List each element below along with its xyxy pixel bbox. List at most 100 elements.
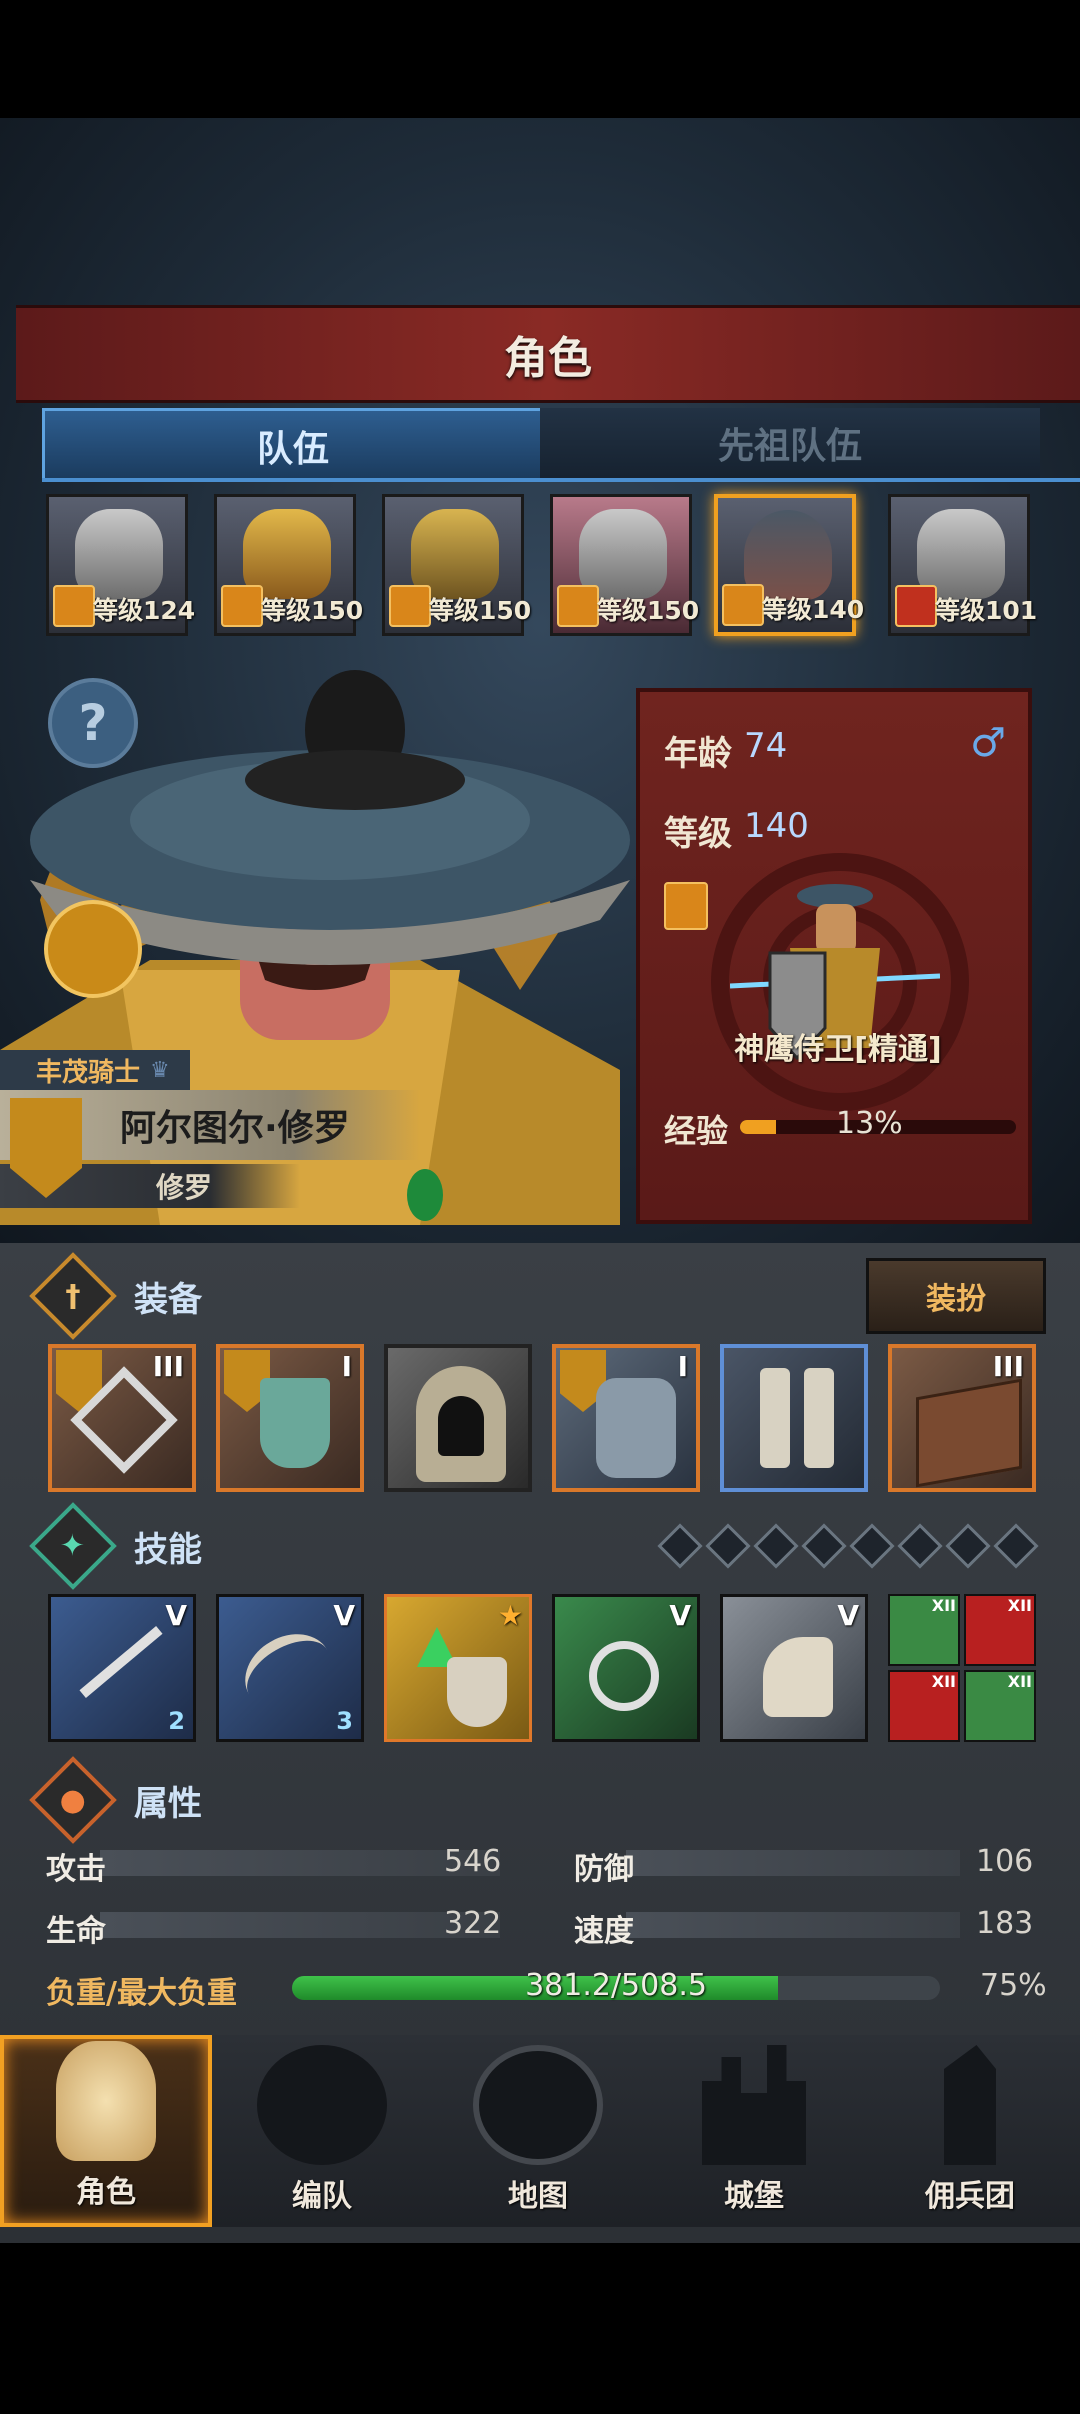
page-title: 角色 [504,333,592,384]
skill-slot-3[interactable]: ★ [384,1594,532,1742]
book-icon [916,1378,1022,1488]
attack-value: 546 [444,1844,502,1879]
page-title-banner: 角色 [16,305,1080,403]
dress-up-label: 装扮 [926,1282,986,1317]
hood-shadow [438,1396,484,1456]
compass-icon [473,2045,603,2165]
character-title: 丰茂骑士 ♛ [0,1050,190,1090]
equipment-slot-3[interactable] [384,1344,532,1492]
boots-icon [760,1368,790,1468]
exp-value: 13% [836,1106,903,1141]
skill-tier: V [837,1599,859,1632]
character-name: 阿尔图尔·修罗 [120,1108,350,1149]
skill-slot-4[interactable]: V [552,1594,700,1742]
equipment-slot-1[interactable]: III [48,1344,196,1492]
skill-tier: V [669,1599,691,1632]
mercenary-icon [944,2045,996,2165]
tab-team[interactable]: 队伍 [42,408,544,481]
team-member-6[interactable]: 等级101 [888,494,1037,636]
nav-character[interactable]: 角色 [0,2035,212,2227]
skill-tier: V [165,1599,187,1632]
defense-bar [626,1850,960,1876]
speed-value: 183 [976,1906,1034,1941]
class-badge-icon [895,585,937,627]
nav-map[interactable]: 地图 [432,2035,644,2227]
tab-underline [42,478,1080,482]
class-shield-icon [664,882,708,930]
team-member-level: 等级124 [93,596,196,625]
load-value: 381.2/508.5 [525,1968,707,2003]
hp-value: 322 [444,1906,502,1941]
nav-map-label: 地图 [508,2179,568,2214]
shield-icon [260,1378,330,1468]
crown-icon: ♛ [150,1057,170,1083]
speed-bar [626,1912,960,1938]
armor-icon [596,1378,676,1478]
character-info-panel: 年龄 74 ♂ 等级 140 神鹰侍卫[精通] 经验 13% [636,688,1032,1224]
age-value: 74 [744,726,788,766]
level-value: 140 [744,806,809,846]
equipment-slot-4[interactable]: I [552,1344,700,1492]
class-badge-icon [557,585,599,627]
nav-formation-label: 编队 [292,2179,352,2214]
mini-skill-tier: XII [1007,1596,1032,1615]
equipment-title: 装备 [134,1279,202,1320]
exp-label: 经验 [664,1112,729,1150]
team-member-5[interactable]: 等级140 [714,494,864,636]
nav-mercenary-label: 佣兵团 [925,2179,1015,2214]
crosshair-icon [589,1641,659,1711]
defense-value: 106 [976,1844,1034,1879]
equipment-slot-2[interactable]: I [216,1344,364,1492]
class-badge-icon [722,584,764,626]
level-label: 等级 [664,814,732,854]
tab-ancestor-team-label: 先祖队伍 [717,426,862,467]
dress-up-button[interactable]: 装扮 [866,1258,1046,1334]
mini-skill-1[interactable]: XII [888,1594,960,1666]
mini-skill-3[interactable]: XII [888,1670,960,1742]
equipment-slot-5[interactable] [720,1344,868,1492]
knight-icon [56,2041,156,2161]
speed-label: 速度 [574,1914,634,1949]
character-subname: 修罗 [156,1171,213,1204]
skill-count: 2 [168,1707,185,1735]
team-member-1[interactable]: 等级124 [46,494,195,636]
team-member-2[interactable]: 等级150 [214,494,363,636]
shield-icon [447,1657,507,1727]
nav-formation[interactable]: 编队 [216,2035,428,2227]
team-member-4[interactable]: 等级150 [550,494,699,636]
skills-title: 技能 [134,1529,202,1570]
load-percent: 75% [980,1968,1047,2003]
skill-slot-1[interactable]: V 2 [48,1594,196,1742]
attributes-header: ● 属性 [29,1756,1038,1844]
nav-mercenary[interactable]: 佣兵团 [864,2035,1076,2227]
tier-badge: I [677,1350,688,1383]
hp-label: 生命 [46,1914,106,1949]
equipment-slot-6[interactable]: III [888,1344,1036,1492]
tier-badge: I [341,1350,352,1383]
mini-skill-tier: XII [1007,1672,1032,1691]
attack-label: 攻击 [46,1852,106,1887]
sword-icon [79,1626,163,1698]
attributes-title: 属性 [134,1783,202,1824]
tier-badge: III [152,1350,184,1383]
load-label: 负重/最大负重 [46,1976,237,2011]
skill-tier: V [333,1599,355,1632]
team-member-level: 等级150 [261,596,364,625]
tab-ancestor-team[interactable]: 先祖队伍 [540,408,1040,478]
formation-icon [257,2045,387,2165]
team-member-3[interactable]: 等级150 [382,494,531,636]
defense-label: 防御 [574,1852,634,1887]
skill-slot-2[interactable]: V 3 [216,1594,364,1742]
skill-slot-5[interactable]: V [720,1594,868,1742]
nav-castle[interactable]: 城堡 [648,2035,860,2227]
castle-icon [702,2045,806,2165]
fist-crystal-icon [763,1637,833,1717]
age-label: 年龄 [664,734,732,774]
character-title-text: 丰茂骑士 [36,1057,141,1088]
potion-icon[interactable] [44,900,142,998]
tab-team-label: 队伍 [256,429,329,470]
mini-skill-2[interactable]: XII [964,1594,1036,1666]
hp-bar [100,1912,500,1938]
mini-skill-4[interactable]: XII [964,1670,1036,1742]
nav-castle-label: 城堡 [724,2179,784,2214]
